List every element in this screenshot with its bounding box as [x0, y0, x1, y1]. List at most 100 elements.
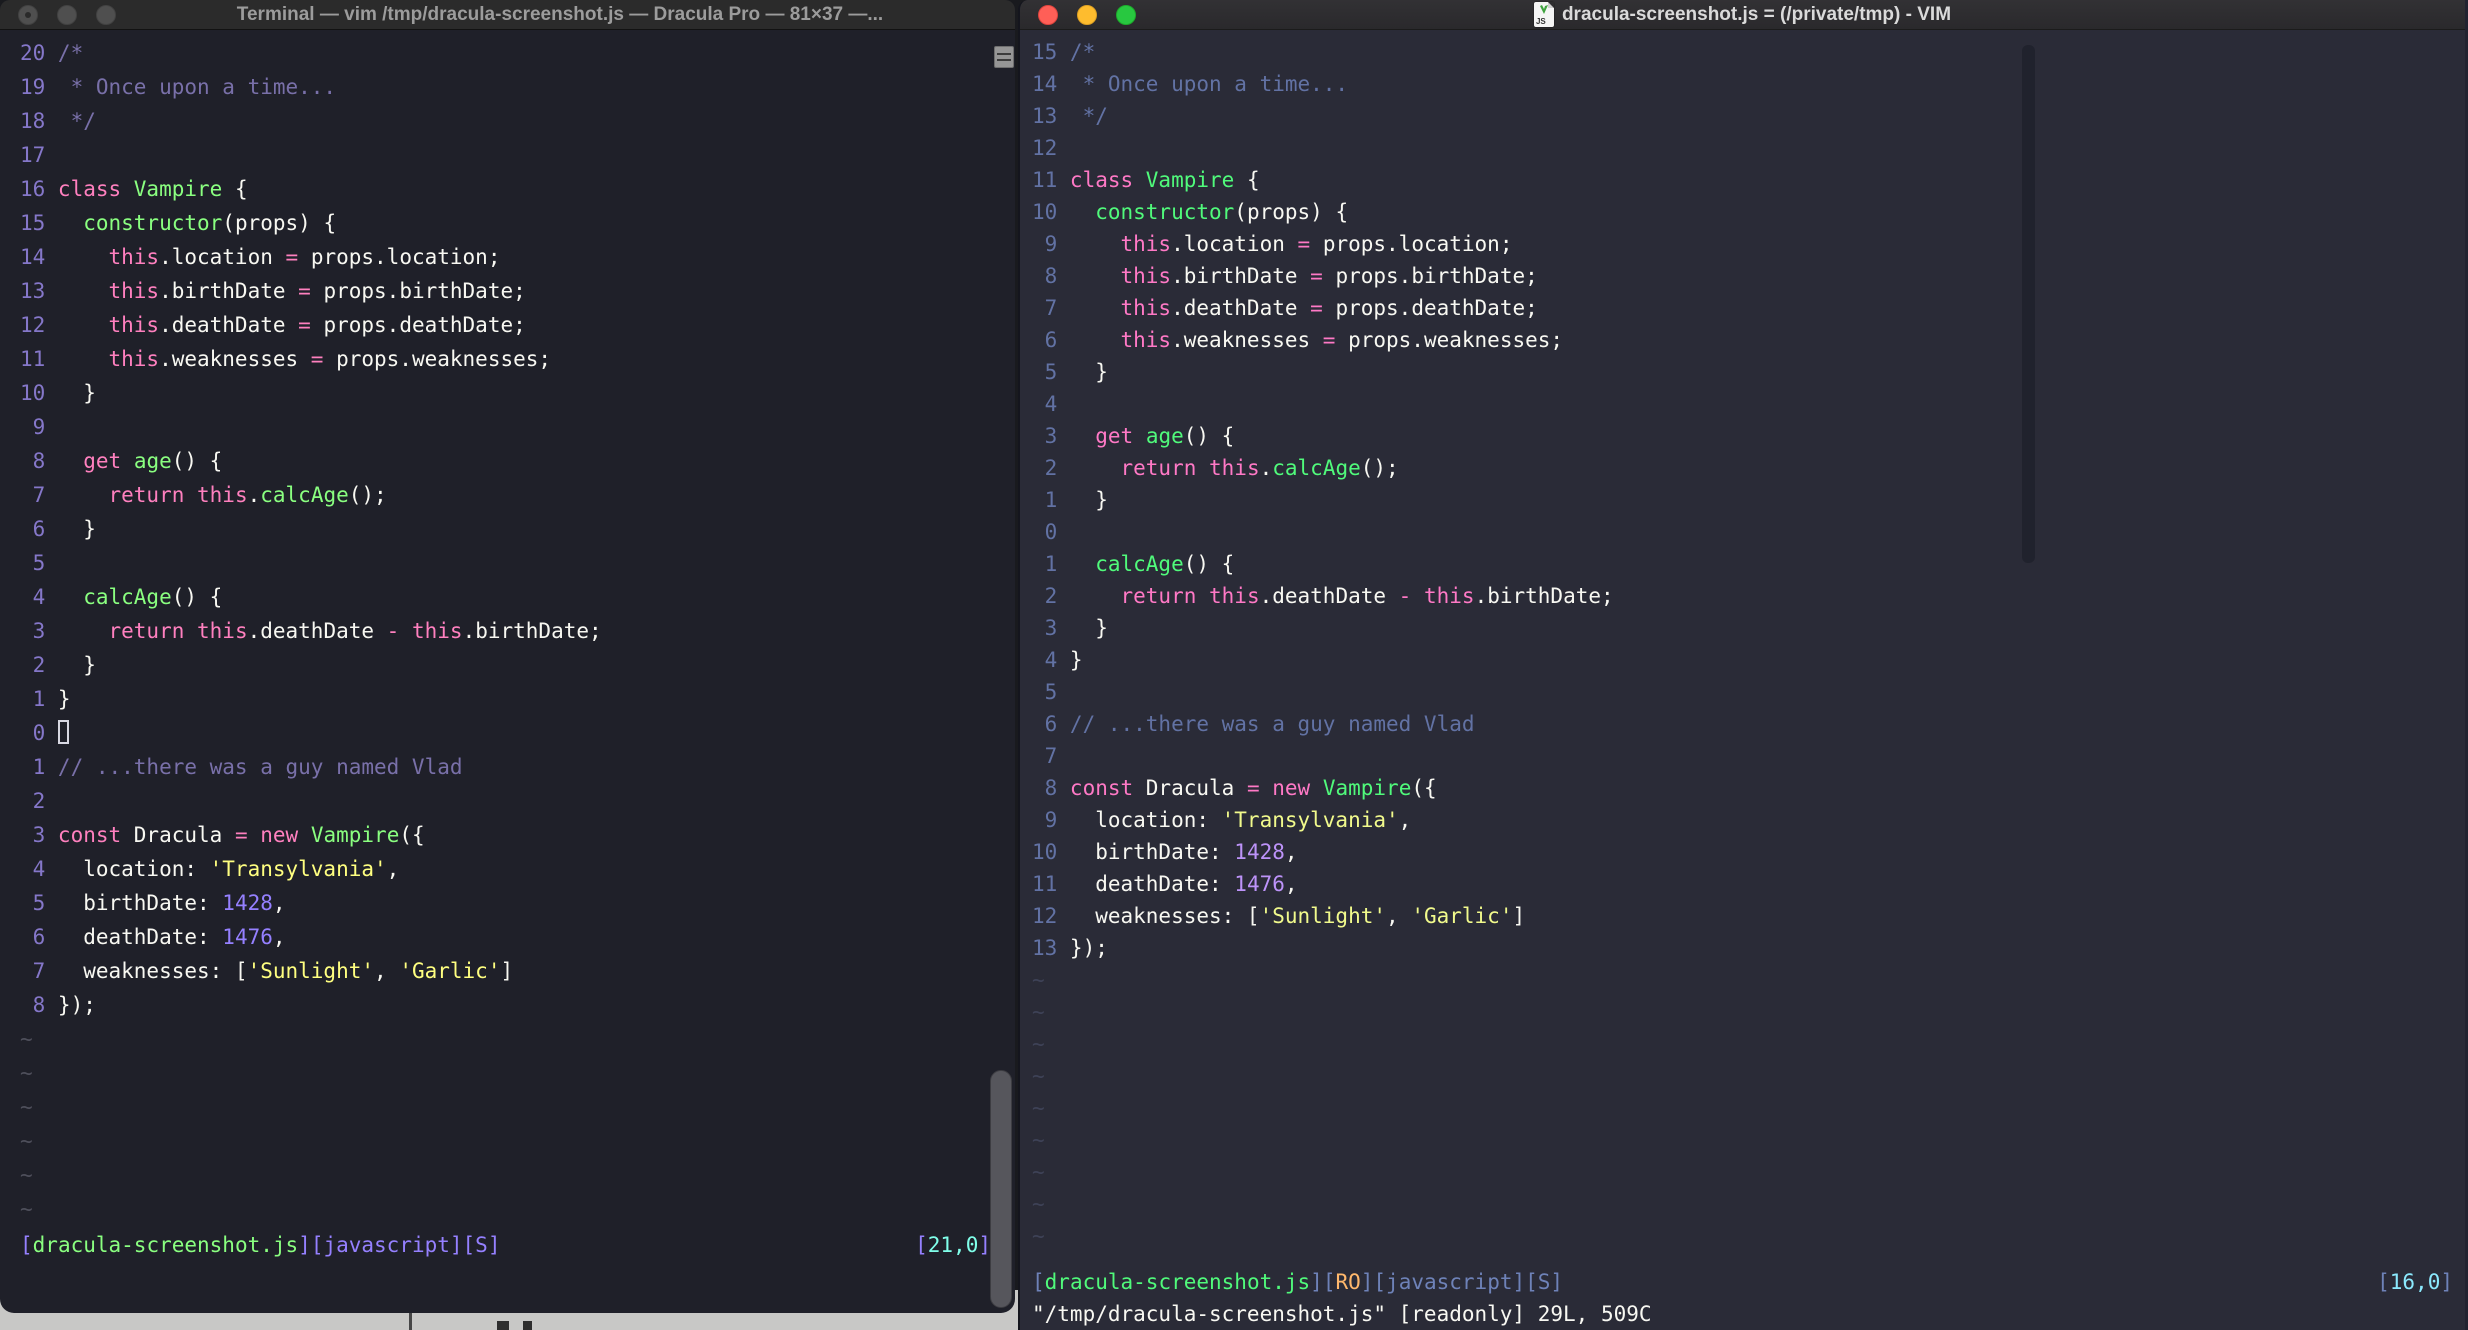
code-token: }: [57, 687, 71, 711]
code-token: // ...there was a guy named Vlad: [57, 755, 463, 779]
tilde-marker: ~: [20, 1027, 33, 1051]
macvim-titlebar[interactable]: JS dracula-screenshot.js = (/private/tmp…: [1020, 0, 2465, 30]
code-line: 2 }: [20, 648, 1015, 682]
close-button[interactable]: [1038, 5, 1058, 25]
code-line: 1}: [20, 682, 1015, 716]
code-token: 1476: [222, 925, 273, 949]
macvim-title-group: JS dracula-screenshot.js = (/private/tmp…: [1020, 2, 2465, 27]
code-token: props.location;: [1310, 232, 1513, 256]
macvim-scrollbar-thumb[interactable]: [2022, 45, 2035, 563]
code-token: props.birthDate;: [310, 279, 526, 303]
close-button[interactable]: [18, 5, 38, 25]
code-token: =: [1246, 776, 1260, 800]
code-token: * Once upon a time...: [57, 75, 337, 99]
code-token: =: [298, 279, 311, 303]
code-line: 7: [1032, 740, 2465, 772]
code-token: constructor: [83, 211, 223, 235]
split-pane-button[interactable]: [994, 46, 1014, 68]
line-number: 5: [1044, 680, 1058, 704]
line-number: 0: [1044, 520, 1058, 544]
line-number: 15: [20, 211, 46, 235]
terminal-scrollbar-thumb[interactable]: [990, 1070, 1012, 1308]
code-token: props.location;: [298, 245, 501, 269]
code-token: Vampire: [1145, 168, 1235, 192]
code-token: 'Garlic': [1411, 904, 1513, 928]
code-token: age: [133, 449, 172, 473]
code-line: 9 location: 'Transylvania',: [1032, 804, 2465, 836]
terminal-titlebar[interactable]: Terminal — vim /tmp/dracula-screenshot.j…: [0, 0, 1015, 30]
code-line: 10 birthDate: 1428,: [1032, 836, 2465, 868]
code-line: 9: [20, 410, 1015, 444]
split-pane-icon: [997, 53, 1011, 55]
minimize-button[interactable]: [57, 5, 77, 25]
traffic-lights: [1038, 5, 1136, 25]
line-number: 9: [32, 415, 46, 439]
tilde-marker: ~: [1032, 968, 1045, 992]
tilde-line: ~: [1032, 996, 2465, 1028]
vim-cursor-position-left: [21,0]: [915, 1228, 991, 1262]
code-line: 4: [1032, 388, 2465, 420]
code-token: * Once upon a time...: [1069, 72, 1349, 96]
code-token: =: [285, 245, 299, 269]
line-number: 6: [32, 517, 46, 541]
code-token: ][javascript][S]: [1360, 1270, 1564, 1294]
code-token: =: [1310, 264, 1323, 288]
line-number: 5: [32, 551, 46, 575]
code-token: ]: [500, 959, 514, 983]
tilde-line: ~: [1032, 1092, 2465, 1124]
code-token: .birthDate;: [462, 619, 602, 643]
terminal-vim-buffer[interactable]: 20/* 19 * Once upon a time... 18 */17 16 cla…: [0, 30, 1015, 1313]
zoom-button[interactable]: [96, 5, 116, 25]
line-number: 19: [20, 75, 46, 99]
code-token: (props) {: [1234, 200, 1349, 224]
minimize-button[interactable]: [1077, 5, 1097, 25]
code-token: 1476: [1234, 872, 1285, 896]
code-token: () {: [1183, 424, 1235, 448]
code-line: 5: [1032, 676, 2465, 708]
code-token: props.birthDate;: [1322, 264, 1538, 288]
code-line: 12 weaknesses: ['Sunlight', 'Garlic']: [1032, 900, 2465, 932]
code-line: 0: [1032, 516, 2465, 548]
tilde-marker: ~: [20, 1061, 33, 1085]
code-token: =: [310, 347, 324, 371]
code-token: return: [1120, 584, 1197, 608]
tilde-line: ~: [20, 1158, 1015, 1192]
zoom-button[interactable]: [1116, 5, 1136, 25]
line-number: 7: [1044, 296, 1058, 320]
line-number: 4: [1044, 392, 1058, 416]
line-number: 6: [1044, 712, 1058, 736]
code-token: age: [1145, 424, 1184, 448]
code-line: 4 location: 'Transylvania',: [20, 852, 1015, 886]
line-number: 9: [1044, 808, 1058, 832]
line-number: 1: [32, 755, 46, 779]
code-token: [: [20, 1233, 33, 1257]
macvim-buffer[interactable]: 15/* 14 * Once upon a time... 13 */12 11 cla…: [1020, 30, 2465, 1330]
tilde-marker: ~: [20, 1163, 33, 1187]
macvim-window: JS dracula-screenshot.js = (/private/tmp…: [1018, 0, 2468, 1330]
code-line: 17: [20, 138, 1015, 172]
code-token: const: [57, 823, 122, 847]
code-line: 2 return this.deathDate - this.birthDate…: [1032, 580, 2465, 612]
tilde-marker: ~: [1032, 1224, 1045, 1248]
line-number: 17: [20, 143, 46, 167]
code-line: 6 deathDate: 1476,: [20, 920, 1015, 954]
line-number: 6: [1044, 328, 1058, 352]
code-line: 20 /*: [20, 36, 1015, 70]
code-line: 15 constructor(props) {: [20, 206, 1015, 240]
line-number: 0: [32, 721, 46, 745]
tilde-line: ~: [1032, 1220, 2465, 1252]
code-token: deathDate:: [1069, 872, 1235, 896]
code-token: calcAge: [83, 585, 172, 609]
vim-statusline-left: [dracula-screenshot.js][javascript][S]: [20, 1228, 500, 1262]
code-line: 18 */: [20, 104, 1015, 138]
code-token: 'Sunlight': [1259, 904, 1387, 928]
